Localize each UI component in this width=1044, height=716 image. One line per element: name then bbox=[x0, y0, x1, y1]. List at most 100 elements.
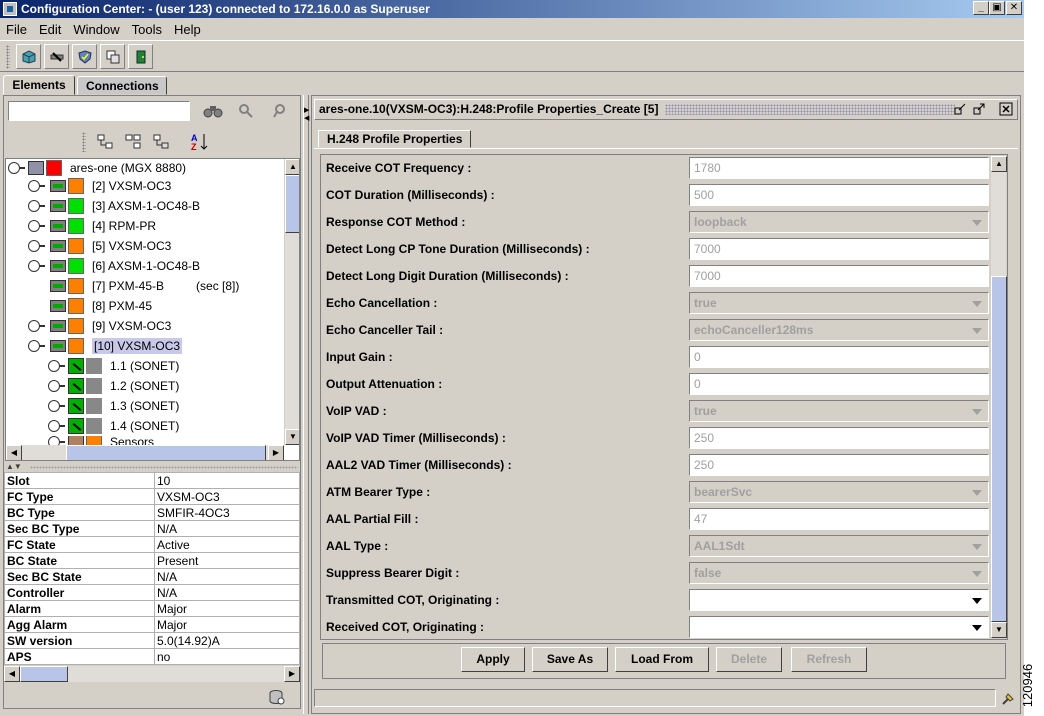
form-text-field[interactable]: 250 bbox=[689, 427, 989, 449]
tree-item[interactable]: [5] VXSM-OC3 bbox=[28, 236, 171, 256]
tree-item[interactable]: [9] VXSM-OC3 bbox=[28, 316, 171, 336]
expand-toggle-icon[interactable] bbox=[48, 420, 65, 432]
tab-connections[interactable]: Connections bbox=[77, 76, 167, 95]
tree-child[interactable]: 1.4 (SONET) bbox=[48, 416, 179, 436]
form-text-field[interactable]: 0 bbox=[689, 346, 989, 368]
expand-toggle-icon[interactable] bbox=[28, 220, 45, 232]
scroll-thumb[interactable] bbox=[285, 175, 299, 233]
apply-button[interactable]: Apply bbox=[461, 647, 525, 672]
refresh-button[interactable]: Refresh bbox=[791, 647, 867, 672]
binoculars-icon[interactable] bbox=[203, 103, 223, 119]
form-dropdown[interactable]: false bbox=[689, 562, 989, 584]
chevron-down-icon[interactable] bbox=[972, 328, 982, 334]
toolbar-cube-button[interactable] bbox=[16, 44, 41, 69]
splitter-arrow-icon[interactable]: ▶ ◀ bbox=[304, 107, 309, 123]
scroll-left-button[interactable]: ◀ bbox=[4, 666, 20, 682]
chevron-down-icon[interactable] bbox=[972, 301, 982, 307]
scroll-up-button[interactable]: ▲ bbox=[285, 159, 299, 175]
chevron-down-icon[interactable] bbox=[972, 571, 982, 577]
form-dropdown[interactable]: true bbox=[689, 292, 989, 314]
find-next-icon[interactable] bbox=[237, 102, 255, 120]
form-vertical-scrollbar[interactable]: ▲ ▼ bbox=[990, 156, 1007, 638]
form-dropdown[interactable] bbox=[689, 616, 989, 638]
scroll-down-button[interactable]: ▼ bbox=[991, 622, 1007, 638]
expand-toggle-icon[interactable] bbox=[28, 260, 45, 272]
scroll-left-button[interactable]: ◀ bbox=[6, 445, 22, 460]
scroll-thumb[interactable] bbox=[20, 666, 68, 682]
tree-refresh-icon[interactable] bbox=[152, 133, 172, 151]
splitter-arrows-icon[interactable]: ▲▼ bbox=[6, 462, 22, 471]
scroll-right-button[interactable]: ▶ bbox=[268, 445, 284, 460]
tree-item-selected[interactable]: [10] VXSM-OC3 bbox=[28, 336, 183, 356]
form-text-field[interactable]: 47 bbox=[689, 508, 989, 530]
menu-help[interactable]: Help bbox=[168, 22, 207, 37]
close-frame-icon[interactable] bbox=[999, 102, 1013, 116]
toolbar-diagnostics-button[interactable] bbox=[72, 44, 97, 69]
form-dropdown[interactable]: AAL1Sdt bbox=[689, 535, 989, 557]
tab-elements[interactable]: Elements bbox=[3, 75, 75, 95]
tree-horizontal-scrollbar[interactable]: ◀ ▶ bbox=[6, 445, 284, 460]
toolbar-exit-button[interactable] bbox=[128, 44, 153, 69]
property-row[interactable]: Agg Alarm Major bbox=[4, 616, 300, 633]
database-icon[interactable] bbox=[268, 689, 286, 705]
scroll-up-button[interactable]: ▲ bbox=[991, 156, 1007, 172]
tree-item[interactable]: [7] PXM-45-B (sec [8]) bbox=[28, 276, 239, 296]
property-row[interactable]: FC State Active bbox=[4, 536, 300, 553]
property-row[interactable]: APS no bbox=[4, 648, 300, 665]
maximize-button[interactable]: ▣ bbox=[989, 1, 1005, 15]
scroll-down-button[interactable]: ▼ bbox=[285, 429, 299, 445]
search-input[interactable] bbox=[8, 101, 190, 121]
menu-edit[interactable]: Edit bbox=[33, 22, 67, 37]
form-dropdown[interactable]: echoCanceller128ms bbox=[689, 319, 989, 341]
minimize-frame-icon[interactable] bbox=[953, 102, 967, 116]
toolbar-windows-button[interactable] bbox=[100, 44, 125, 69]
tree-item[interactable]: [2] VXSM-OC3 bbox=[28, 176, 171, 196]
toolbar-grip[interactable] bbox=[6, 45, 10, 69]
scroll-right-button[interactable]: ▶ bbox=[284, 666, 300, 682]
expand-toggle-icon[interactable] bbox=[28, 320, 45, 332]
horizontal-splitter[interactable] bbox=[30, 466, 298, 469]
tree-item[interactable]: [6] AXSM-1-OC48-B bbox=[28, 256, 200, 276]
property-row[interactable]: SW version 5.0(14.92)A bbox=[4, 632, 300, 649]
tree-root[interactable]: ares-one (MGX 8880) bbox=[8, 159, 186, 178]
property-row[interactable]: Alarm Major bbox=[4, 600, 300, 617]
pin-icon[interactable] bbox=[1000, 691, 1016, 707]
tree-item[interactable]: [3] AXSM-1-OC48-B bbox=[28, 196, 200, 216]
scroll-thumb[interactable] bbox=[991, 276, 1007, 622]
tab-h248-profile-properties[interactable]: H.248 Profile Properties bbox=[318, 130, 472, 148]
save-as-button[interactable]: Save As bbox=[532, 647, 608, 672]
menu-tools[interactable]: Tools bbox=[126, 22, 168, 37]
close-button[interactable]: ✕ bbox=[1006, 1, 1022, 15]
expand-toggle-icon[interactable] bbox=[48, 360, 65, 372]
properties-horizontal-scrollbar[interactable]: ◀ ▶ bbox=[4, 666, 300, 682]
form-text-field[interactable]: 1780 bbox=[689, 157, 989, 179]
tree-item[interactable]: [4] RPM-PR bbox=[28, 216, 156, 236]
chevron-down-icon[interactable] bbox=[972, 490, 982, 496]
property-row[interactable]: Controller N/A bbox=[4, 584, 300, 601]
property-row[interactable]: FC Type VXSM-OC3 bbox=[4, 488, 300, 505]
chevron-down-icon[interactable] bbox=[972, 544, 982, 550]
chevron-down-icon[interactable] bbox=[972, 409, 982, 415]
tree-child[interactable]: 1.2 (SONET) bbox=[48, 376, 179, 396]
form-dropdown[interactable] bbox=[689, 589, 989, 611]
expand-toggle-icon[interactable] bbox=[28, 240, 45, 252]
find-previous-icon[interactable] bbox=[272, 102, 290, 120]
tree-vertical-scrollbar[interactable]: ▲ ▼ bbox=[284, 159, 299, 445]
menu-file[interactable]: File bbox=[0, 22, 33, 37]
chevron-down-icon[interactable] bbox=[972, 598, 982, 604]
form-text-field[interactable]: 500 bbox=[689, 184, 989, 206]
scroll-thumb[interactable] bbox=[66, 445, 266, 460]
form-dropdown[interactable]: loopback bbox=[689, 211, 989, 233]
expand-node-icon[interactable] bbox=[96, 133, 116, 151]
form-dropdown[interactable]: bearerSvc bbox=[689, 481, 989, 503]
menu-window[interactable]: Window bbox=[67, 22, 125, 37]
form-dropdown[interactable]: true bbox=[689, 400, 989, 422]
vertical-splitter[interactable]: ▶ ◀ bbox=[303, 95, 309, 714]
property-row[interactable]: BC State Present bbox=[4, 552, 300, 569]
form-text-field[interactable]: 250 bbox=[689, 454, 989, 476]
collapse-toggle-icon[interactable] bbox=[28, 340, 45, 352]
toolbar-tools-button[interactable] bbox=[44, 44, 69, 69]
tree-child[interactable]: 1.3 (SONET) bbox=[48, 396, 179, 416]
form-text-field[interactable]: 0 bbox=[689, 373, 989, 395]
property-row[interactable]: Sec BC State N/A bbox=[4, 568, 300, 585]
